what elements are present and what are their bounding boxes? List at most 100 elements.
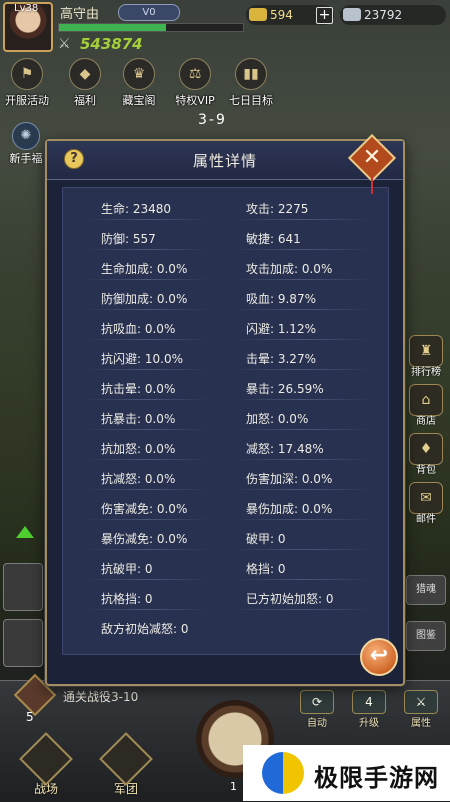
attribute-left: 防御: 557 [101, 232, 156, 246]
row-divider [233, 579, 373, 580]
silver-counter: 23792 [340, 5, 446, 25]
row-divider [85, 579, 210, 580]
attribute-row: 生命: 23480 攻击: 2275 [63, 194, 388, 224]
row-divider [85, 459, 210, 460]
newbie-welfare-label: 新手福 [9, 152, 43, 165]
attribute-left: 抗格挡: 0 [101, 592, 153, 606]
row-divider [233, 519, 373, 520]
attribute-row: 抗击晕: 0.0% 暴击: 26.59% [63, 374, 388, 404]
row-divider [85, 339, 210, 340]
up-arrow-icon[interactable] [16, 526, 34, 538]
attribute-left: 防御加成: 0.0% [101, 292, 188, 306]
row-divider [85, 369, 210, 370]
attribute-row: 抗暴击: 0.0% 加怒: 0.0% [63, 404, 388, 434]
codex-button[interactable]: 图鉴 [406, 621, 446, 651]
attribute-left: 抗破甲: 0 [101, 562, 153, 576]
mail-button[interactable]: ✉ 邮件 [406, 482, 446, 525]
attribute-right: 格挡: 0 [246, 562, 286, 576]
mail-label: 邮件 [416, 514, 436, 525]
watermark-text: 极限手游网 [314, 764, 439, 792]
row-divider [85, 249, 210, 250]
attribute-left: 抗闪避: 10.0% [101, 352, 183, 366]
xp-bar-fill [59, 24, 166, 31]
newbie-welfare-button[interactable]: ✺ 新手福 [6, 122, 46, 166]
row-divider [85, 399, 210, 400]
attribute-panel: 生命: 23480 攻击: 2275 防御: 557 敏捷: 641 生命加成: 0.0… [62, 187, 389, 655]
player-name: 高守由 [60, 7, 100, 22]
row-divider [233, 339, 373, 340]
watermark-logo-icon [262, 752, 304, 794]
row-divider [85, 519, 210, 520]
side-slots: 猎魂 图鉴 [406, 575, 446, 667]
attribute-left: 伤害减免: 0.0% [101, 502, 188, 516]
close-icon[interactable]: ✕ [355, 141, 389, 175]
bag-button[interactable]: ♦ 背包 [406, 433, 446, 476]
hunt-soul-button[interactable]: 猎魂 [406, 575, 446, 605]
back-arrow-icon[interactable]: ↩ [360, 638, 398, 676]
row-divider [85, 429, 210, 430]
auto-button[interactable]: ⟳ 自动 [297, 690, 337, 729]
menu-label: 福利 [74, 94, 96, 107]
menu-label: 开服活动 [5, 94, 49, 107]
menu-open-server-event[interactable]: ⚑ 开服活动 [5, 58, 49, 108]
attribute-button[interactable]: ⚔ 属性 [401, 690, 441, 729]
attribute-row: 防御: 557 敏捷: 641 [63, 224, 388, 254]
row-divider [233, 309, 373, 310]
attribute-dialog: 属性详情 生命: 23480 攻击: 2275 防御: 557 敏捷: 641 生命加成… [45, 139, 405, 686]
tassel-decoration [371, 176, 373, 194]
attribute-row: 抗格挡: 0 已方初始加怒: 0 [63, 584, 388, 614]
menu-treasure-pavilion[interactable]: ♛ 藏宝阁 [117, 58, 161, 108]
page-number: 1 [230, 780, 237, 793]
attribute-left: 抗减怒: 0.0% [101, 472, 176, 486]
attribute-right: 减怒: 17.48% [246, 442, 324, 456]
attribute-left: 抗吸血: 0.0% [101, 322, 176, 336]
auto-label: 自动 [307, 718, 327, 729]
help-icon[interactable]: ? [64, 149, 84, 169]
upgrade-count: 4 [352, 690, 386, 714]
menu-label: 七日目标 [229, 94, 273, 107]
silver-value: 23792 [364, 8, 403, 22]
attribute-left: 生命: 23480 [101, 202, 172, 216]
nav-battlefield[interactable]: 战场 [16, 732, 76, 797]
ranking-button[interactable]: ♜ 排行榜 [406, 335, 446, 378]
flag-icon: ⚑ [11, 58, 43, 90]
menu-label: 特权VIP [175, 94, 215, 107]
attribute-left: 暴伤减免: 0.0% [101, 532, 188, 546]
attribute-left: 抗加怒: 0.0% [101, 442, 176, 456]
menu-welfare[interactable]: ◆ 福利 [63, 58, 107, 108]
attribute-right: 击晕: 3.27% [246, 352, 316, 366]
row-divider [233, 249, 373, 250]
nav-legion[interactable]: 军团 [96, 732, 156, 797]
attribute-row: 抗减怒: 0.0% 伤害加深: 0.0% [63, 464, 388, 494]
menu-seven-day-goal[interactable]: ▮▮ 七日目标 [229, 58, 273, 108]
attribute-row: 抗吸血: 0.0% 闪避: 1.12% [63, 314, 388, 344]
sword-icon: ⚔ [404, 690, 438, 714]
shop-label: 商店 [416, 416, 436, 427]
row-divider [85, 609, 210, 610]
row-divider [85, 219, 210, 220]
row-divider [233, 369, 373, 370]
atom-icon: ✺ [12, 122, 40, 150]
attribute-right: 暴伤加成: 0.0% [246, 502, 333, 516]
upgrade-button[interactable]: 4 升级 [349, 690, 389, 729]
player-level: Lv38 [14, 3, 39, 14]
add-gold-button[interactable]: + [316, 7, 333, 24]
attribute-row: 抗闪避: 10.0% 击晕: 3.27% [63, 344, 388, 374]
shop-button[interactable]: ⌂ 商店 [406, 384, 446, 427]
campaign-task[interactable]: 通关战役3-10 [63, 688, 138, 705]
menu-vip-privilege[interactable]: ⚖ 特权VIP [173, 58, 217, 108]
attribute-left: 抗暴击: 0.0% [101, 412, 176, 426]
attribute-row: 暴伤减免: 0.0% 破甲: 0 [63, 524, 388, 554]
sword-slot[interactable] [3, 563, 43, 611]
vip-badge[interactable]: V0 [118, 4, 180, 21]
attribute-row: 伤害减免: 0.0% 暴伤加成: 0.0% [63, 494, 388, 524]
row-divider [85, 309, 210, 310]
attribute-left: 抗击晕: 0.0% [101, 382, 176, 396]
combat-power: 543874 [80, 35, 143, 53]
ring-slot[interactable] [3, 619, 43, 667]
row-divider [233, 219, 373, 220]
gold-ingot-icon [249, 8, 267, 21]
attribute-right: 加怒: 0.0% [246, 412, 309, 426]
refresh-icon: ⟳ [300, 690, 334, 714]
swords-icon: ⚔ [58, 36, 71, 52]
